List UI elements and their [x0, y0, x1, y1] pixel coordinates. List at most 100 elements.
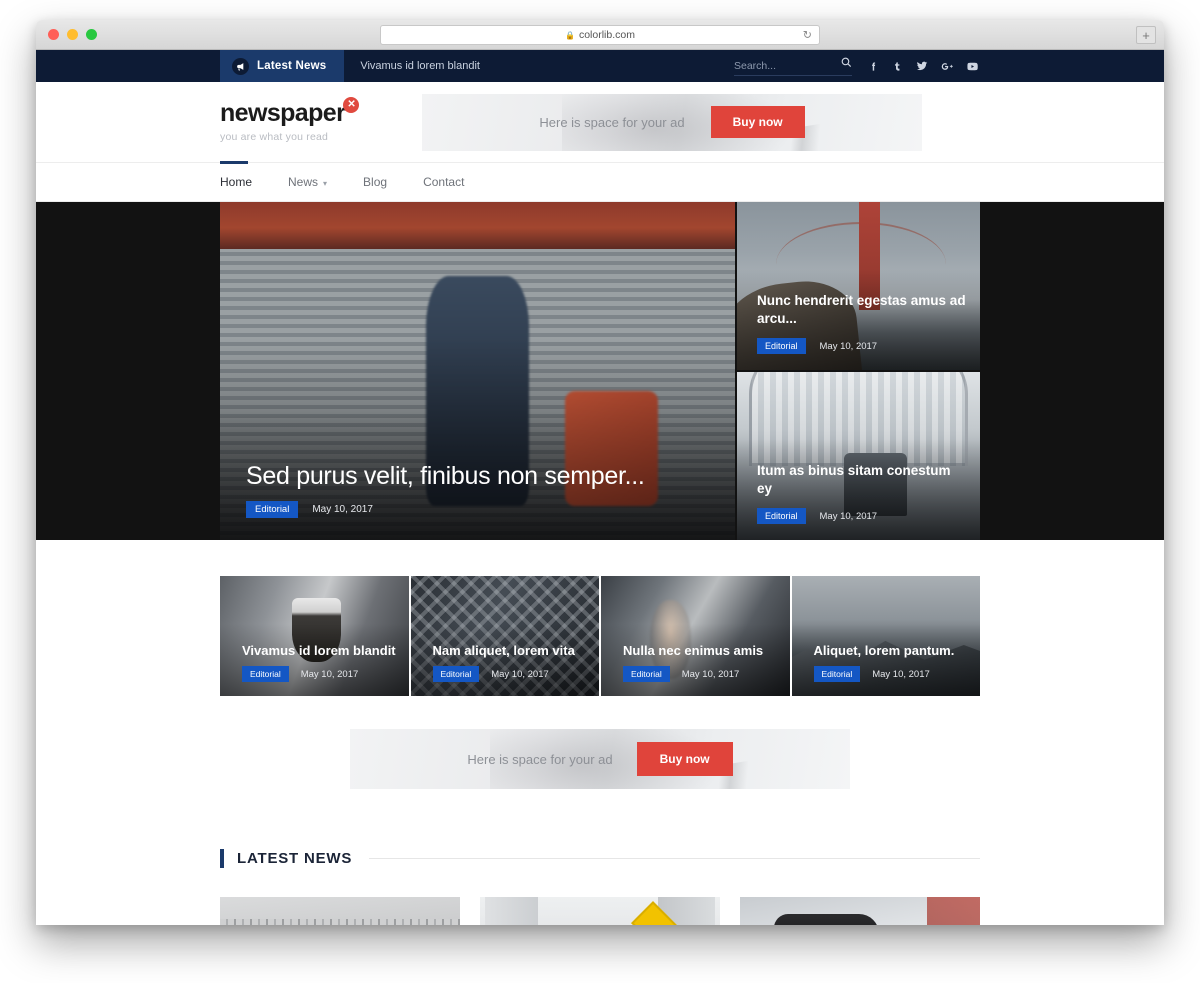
latest-news-grid: DOWNING: [220, 897, 980, 925]
hero-featured-title[interactable]: Sed purus velit, finibus non semper...: [246, 462, 715, 491]
post-date: May 10, 2017: [872, 668, 930, 680]
hero-side-caption-2: Itum as binus sitam conestum ey Editoria…: [757, 462, 966, 524]
mid-ad-banner[interactable]: Here is space for your ad Buy now: [350, 729, 850, 789]
search-input[interactable]: [734, 59, 829, 72]
nav-item-news[interactable]: News ▾: [288, 162, 327, 202]
hero-featured-caption: Sed purus velit, finibus non semper... E…: [246, 462, 715, 518]
post-date: May 10, 2017: [300, 668, 359, 680]
chevron-down-icon: ▾: [323, 178, 328, 188]
header-ad-buy-now-button[interactable]: Buy now: [710, 106, 805, 138]
hero-featured-meta: Editorial May 10, 2017: [246, 501, 715, 518]
strip-card-1[interactable]: Vivamus id lorem blandit Editorial May 1…: [220, 576, 409, 696]
megaphone-icon: [232, 57, 249, 75]
latest-news-header: LATEST NEWS: [220, 849, 980, 868]
category-badge[interactable]: Editorial: [813, 666, 861, 682]
post-date: May 10, 2017: [819, 510, 878, 522]
close-window-button[interactable]: [48, 29, 59, 40]
nav-label-home: Home: [220, 175, 253, 189]
site-logo[interactable]: newspaper ✕ you are what you read: [220, 97, 420, 143]
category-badge[interactable]: Editorial: [246, 501, 299, 518]
latest-card-1[interactable]: DOWNING: [220, 897, 460, 925]
strip-meta-2: Editorial May 10, 2017: [432, 666, 590, 682]
topbar-right-group: [734, 50, 980, 82]
latest-card-2[interactable]: [480, 897, 720, 925]
nav-label-news: News: [288, 175, 319, 189]
category-badge[interactable]: Editorial: [757, 338, 806, 354]
hero-side-title-2[interactable]: Itum as binus sitam conestum ey: [757, 462, 966, 498]
strip-card-3[interactable]: Nulla nec enimus amis Editorial May 10, …: [601, 576, 790, 696]
hero-featured-card[interactable]: Sed purus velit, finibus non semper... E…: [220, 202, 735, 540]
strip-card-2[interactable]: Nam aliquet, lorem vita Editorial May 10…: [410, 576, 599, 696]
hero-side-title-1[interactable]: Nunc hendrerit egestas amus ad arcu...: [757, 292, 966, 328]
social-links[interactable]: [868, 60, 980, 72]
strip-meta-3: Editorial May 10, 2017: [623, 666, 780, 682]
lock-icon: 🔒: [565, 30, 575, 40]
minimize-window-button[interactable]: [67, 29, 78, 40]
header-ad-text: Here is space for your ad: [539, 114, 685, 130]
browser-window: 🔒 colorlib.com ↻ + Latest News Vivamus i…: [36, 20, 1164, 925]
hero-section: Sed purus velit, finibus non semper... E…: [36, 202, 1164, 540]
strip-meta-4: Editorial May 10, 2017: [813, 666, 971, 682]
post-date: May 10, 2017: [681, 668, 740, 680]
latest-card-3[interactable]: [740, 897, 980, 925]
logo-title: newspaper ✕: [220, 97, 360, 127]
strip-title-3[interactable]: Nulla nec enimus amis: [623, 643, 780, 658]
nav-label-blog: Blog: [363, 175, 388, 189]
strip-caption-3: Nulla nec enimus amis Editorial May 10, …: [623, 643, 780, 682]
address-bar[interactable]: 🔒 colorlib.com ↻: [380, 25, 820, 45]
category-badge[interactable]: Editorial: [432, 666, 480, 682]
hero-side-card-2[interactable]: Itum as binus sitam conestum ey Editoria…: [737, 372, 980, 540]
nav-item-home[interactable]: Home: [220, 161, 253, 202]
category-badge[interactable]: Editorial: [242, 666, 289, 682]
latest-news-badge[interactable]: Latest News: [220, 50, 345, 82]
latest-image-3: [740, 897, 980, 925]
strip-title-1[interactable]: Vivamus id lorem blandit: [242, 643, 399, 658]
latest-image-1: DOWNING: [220, 897, 460, 925]
search-box[interactable]: [734, 56, 852, 76]
site-topbar: Latest News Vivamus id lorem blandit: [36, 50, 1164, 82]
strip-caption-2: Nam aliquet, lorem vita Editorial May 10…: [432, 643, 590, 682]
maximize-window-button[interactable]: [86, 29, 97, 40]
nav-item-blog[interactable]: Blog: [363, 162, 387, 202]
strip-caption-1: Vivamus id lorem blandit Editorial May 1…: [242, 643, 399, 682]
google-plus-icon[interactable]: [941, 61, 954, 72]
url-text: colorlib.com: [578, 29, 635, 41]
main-navigation: Home News ▾ Blog Contact: [36, 161, 1164, 202]
facebook-icon[interactable]: [868, 61, 879, 72]
nav-item-contact[interactable]: Contact: [423, 162, 464, 202]
post-date: May 10, 2017: [491, 668, 549, 680]
site-header: newspaper ✕ you are what you read Here is…: [36, 82, 1164, 162]
tumblr-icon[interactable]: [892, 61, 903, 72]
new-tab-button[interactable]: +: [1136, 26, 1156, 44]
search-icon[interactable]: [841, 57, 852, 71]
window-controls[interactable]: [48, 29, 97, 40]
logo-tagline: you are what you read: [220, 131, 329, 143]
strip-caption-4: Aliquet, lorem pantum. Editorial May 10,…: [813, 643, 971, 682]
mid-ad-section: Here is space for your ad Buy now: [220, 729, 980, 789]
latest-image-2: [480, 897, 720, 925]
mid-ad-text: Here is space for your ad: [467, 751, 613, 767]
featured-strip: Vivamus id lorem blandit Editorial May 1…: [220, 576, 980, 696]
twitter-icon[interactable]: [916, 60, 928, 72]
post-date: May 10, 2017: [819, 340, 878, 352]
hero-side-card-1[interactable]: Nunc hendrerit egestas amus ad arcu... E…: [737, 202, 980, 370]
section-divider: [369, 858, 980, 859]
reload-icon[interactable]: ↻: [803, 29, 812, 42]
header-ad-banner[interactable]: Here is space for your ad Buy now: [422, 93, 922, 151]
youtube-icon[interactable]: [967, 61, 978, 72]
hero-side-meta-1: Editorial May 10, 2017: [757, 338, 966, 354]
hero-side-column: Nunc hendrerit egestas amus ad arcu... E…: [737, 202, 980, 540]
section-accent-bar: [220, 849, 224, 868]
news-ticker-text[interactable]: Vivamus id lorem blandit: [360, 60, 480, 72]
new-tab-label: +: [1142, 27, 1150, 43]
mid-ad-buy-now-button[interactable]: Buy now: [636, 742, 733, 776]
strip-title-4[interactable]: Aliquet, lorem pantum.: [814, 643, 971, 658]
strip-title-2[interactable]: Nam aliquet, lorem vita: [433, 643, 590, 658]
category-badge[interactable]: Editorial: [623, 666, 670, 682]
strip-card-4[interactable]: Aliquet, lorem pantum. Editorial May 10,…: [791, 576, 980, 696]
latest-news-section: LATEST NEWS DOWNING: [220, 789, 980, 925]
logo-word: newspaper: [220, 99, 346, 127]
strip-meta-1: Editorial May 10, 2017: [242, 666, 399, 682]
category-badge[interactable]: Editorial: [757, 508, 806, 524]
hero-side-meta-2: Editorial May 10, 2017: [757, 508, 966, 524]
